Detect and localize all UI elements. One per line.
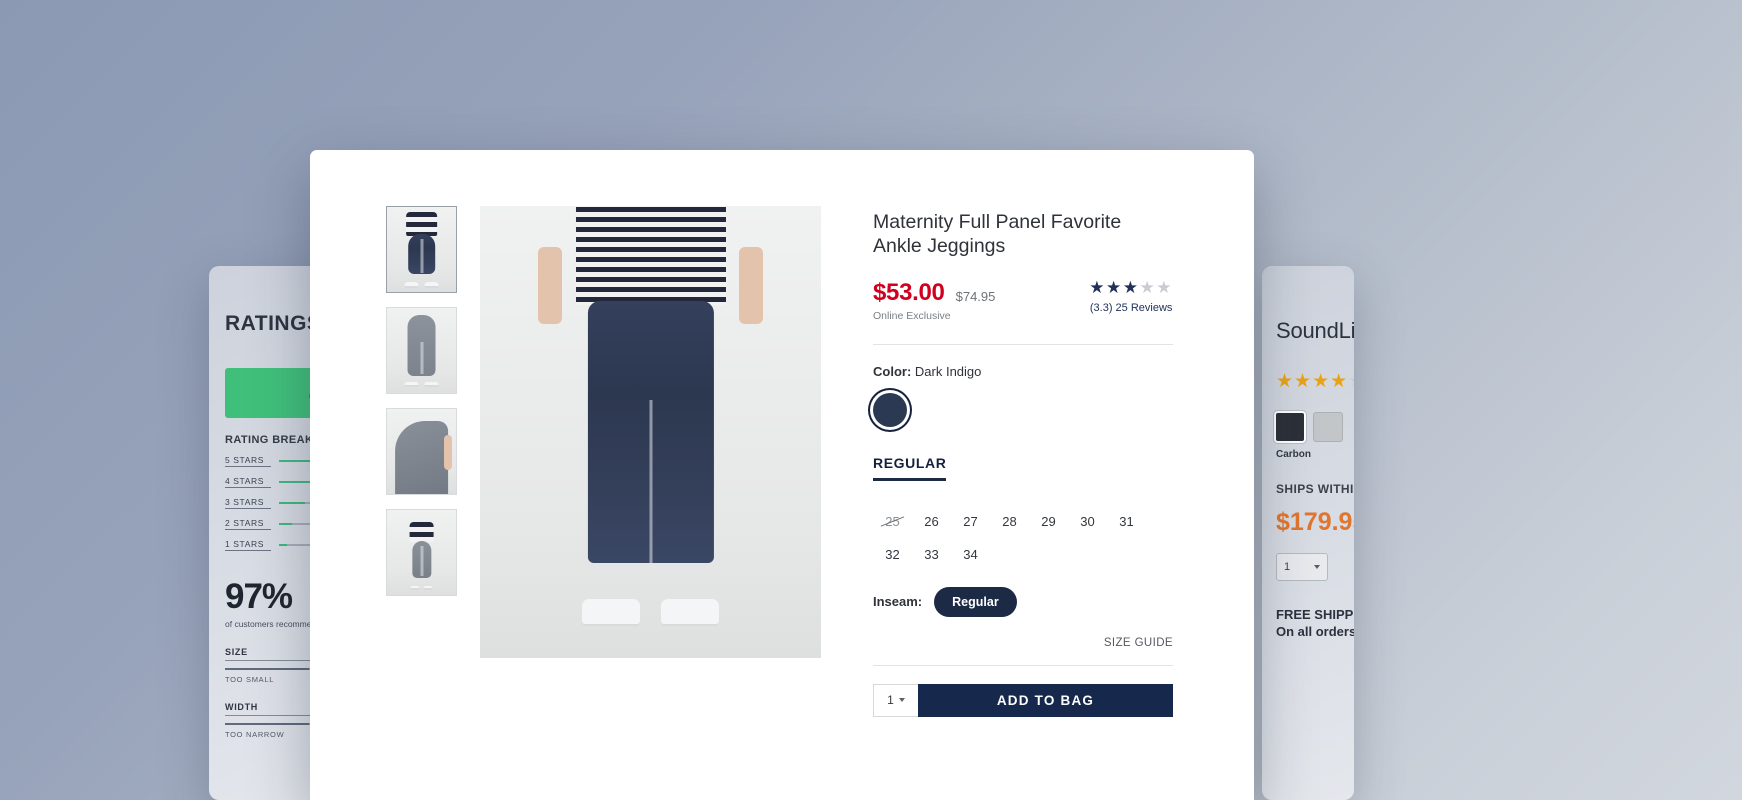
size-option-28[interactable]: 28 xyxy=(990,505,1029,538)
rating-stars-empty: ★★ xyxy=(1139,277,1173,297)
product-gallery xyxy=(386,206,821,717)
product-hero-image[interactable] xyxy=(480,206,821,658)
thumbnail-4[interactable] xyxy=(386,509,457,596)
thumbnail-strip xyxy=(386,206,457,717)
tab-regular[interactable]: REGULAR xyxy=(873,455,947,481)
size-option-31[interactable]: 31 xyxy=(1107,505,1146,538)
size-option-33[interactable]: 33 xyxy=(912,538,951,571)
review-count-link[interactable]: (3.3) 25 Reviews xyxy=(1089,302,1173,314)
rating-stars-icon: ★★★★★ xyxy=(1089,279,1173,296)
product-original-price: $74.95 xyxy=(955,288,996,304)
product-title: Maternity Full Panel Favorite Ankle Jegg… xyxy=(873,211,1122,258)
soundlink-quantity-value: 1 xyxy=(1284,561,1291,573)
color-line: Color: Dark Indigo xyxy=(873,364,1173,379)
soundlink-stars-filled: ★★★★ xyxy=(1276,371,1349,392)
inseam-selector: Inseam: Regular xyxy=(873,586,1173,617)
breakdown-label-5: 5 STARS xyxy=(225,455,271,467)
thumbnail-1[interactable] xyxy=(386,206,457,293)
thumbnail-2[interactable] xyxy=(386,307,457,394)
soundlink-swatch-label: Carbon xyxy=(1276,449,1311,460)
soundlink-swatch-carbon[interactable] xyxy=(1276,413,1304,441)
inseam-option-regular[interactable]: Regular xyxy=(934,586,1017,617)
soundlink-star-half-icon: ★ xyxy=(1348,371,1354,392)
soundlink-quantity-select[interactable]: 1 xyxy=(1276,553,1328,581)
rating-stars-filled: ★★★ xyxy=(1089,277,1140,297)
soundlink-price: $179.95 xyxy=(1276,508,1354,536)
size-guide-link[interactable]: SIZE GUIDE xyxy=(1104,637,1173,649)
quantity-select[interactable]: 1 xyxy=(873,683,918,717)
divider xyxy=(873,343,1173,345)
inseam-label: Inseam: xyxy=(873,594,923,610)
size-option-26[interactable]: 26 xyxy=(912,505,951,538)
size-option-30[interactable]: 30 xyxy=(1068,505,1107,538)
size-selector: 25 26 27 28 29 30 31 32 33 34 xyxy=(873,505,1173,571)
chevron-down-icon xyxy=(1314,565,1320,569)
soundlink-free-shipping-line2: On all orders xyxy=(1276,624,1354,639)
fit-tabs: REGULAR xyxy=(873,455,1173,481)
color-label: Color: xyxy=(873,363,912,379)
quantity-value: 1 xyxy=(887,693,894,708)
breakdown-label-2: 2 STARS xyxy=(225,518,271,530)
product-detail-card: Maternity Full Panel Favorite Ankle Jegg… xyxy=(310,150,1254,800)
size-option-27[interactable]: 27 xyxy=(951,505,990,538)
soundlink-title: SoundLi xyxy=(1276,318,1354,343)
product-info-column: Maternity Full Panel Favorite Ankle Jegg… xyxy=(873,206,1173,717)
soundlink-free-shipping-line1: FREE SHIPPIN xyxy=(1276,607,1354,622)
fit-width-low: TOO NARROW xyxy=(225,730,285,739)
soundlink-star-rating: ★★★★★ xyxy=(1276,370,1354,393)
breakdown-label-1: 1 STARS xyxy=(225,539,271,551)
size-option-25[interactable]: 25 xyxy=(873,505,912,538)
add-to-bag-button[interactable]: ADD TO BAG xyxy=(918,683,1173,717)
color-swatch-dark-indigo[interactable] xyxy=(873,392,907,427)
breakdown-label-3: 3 STARS xyxy=(225,497,271,509)
thumbnail-3[interactable] xyxy=(386,408,457,495)
purchase-row: 1 ADD TO BAG xyxy=(873,683,1173,717)
breakdown-label-4: 4 STARS xyxy=(225,476,271,488)
chevron-down-icon xyxy=(898,698,905,703)
product-sale-price: $53.00 xyxy=(873,278,945,306)
size-option-34[interactable]: 34 xyxy=(951,538,990,571)
soundlink-ships-label: SHIPS WITHIN xyxy=(1276,482,1354,496)
background-panel-soundlink: SoundLi ★★★★★ Carbon SHIPS WITHIN $179.9… xyxy=(1262,266,1354,800)
soundlink-swatch-silver[interactable] xyxy=(1314,413,1342,441)
color-value: Dark Indigo xyxy=(914,363,982,379)
size-option-32[interactable]: 32 xyxy=(873,538,912,571)
fit-size-low: TOO SMALL xyxy=(225,675,275,684)
divider xyxy=(873,664,1173,666)
product-rating[interactable]: ★★★★★ (3.3) 25 Reviews xyxy=(1089,279,1173,314)
size-option-29[interactable]: 29 xyxy=(1029,505,1068,538)
